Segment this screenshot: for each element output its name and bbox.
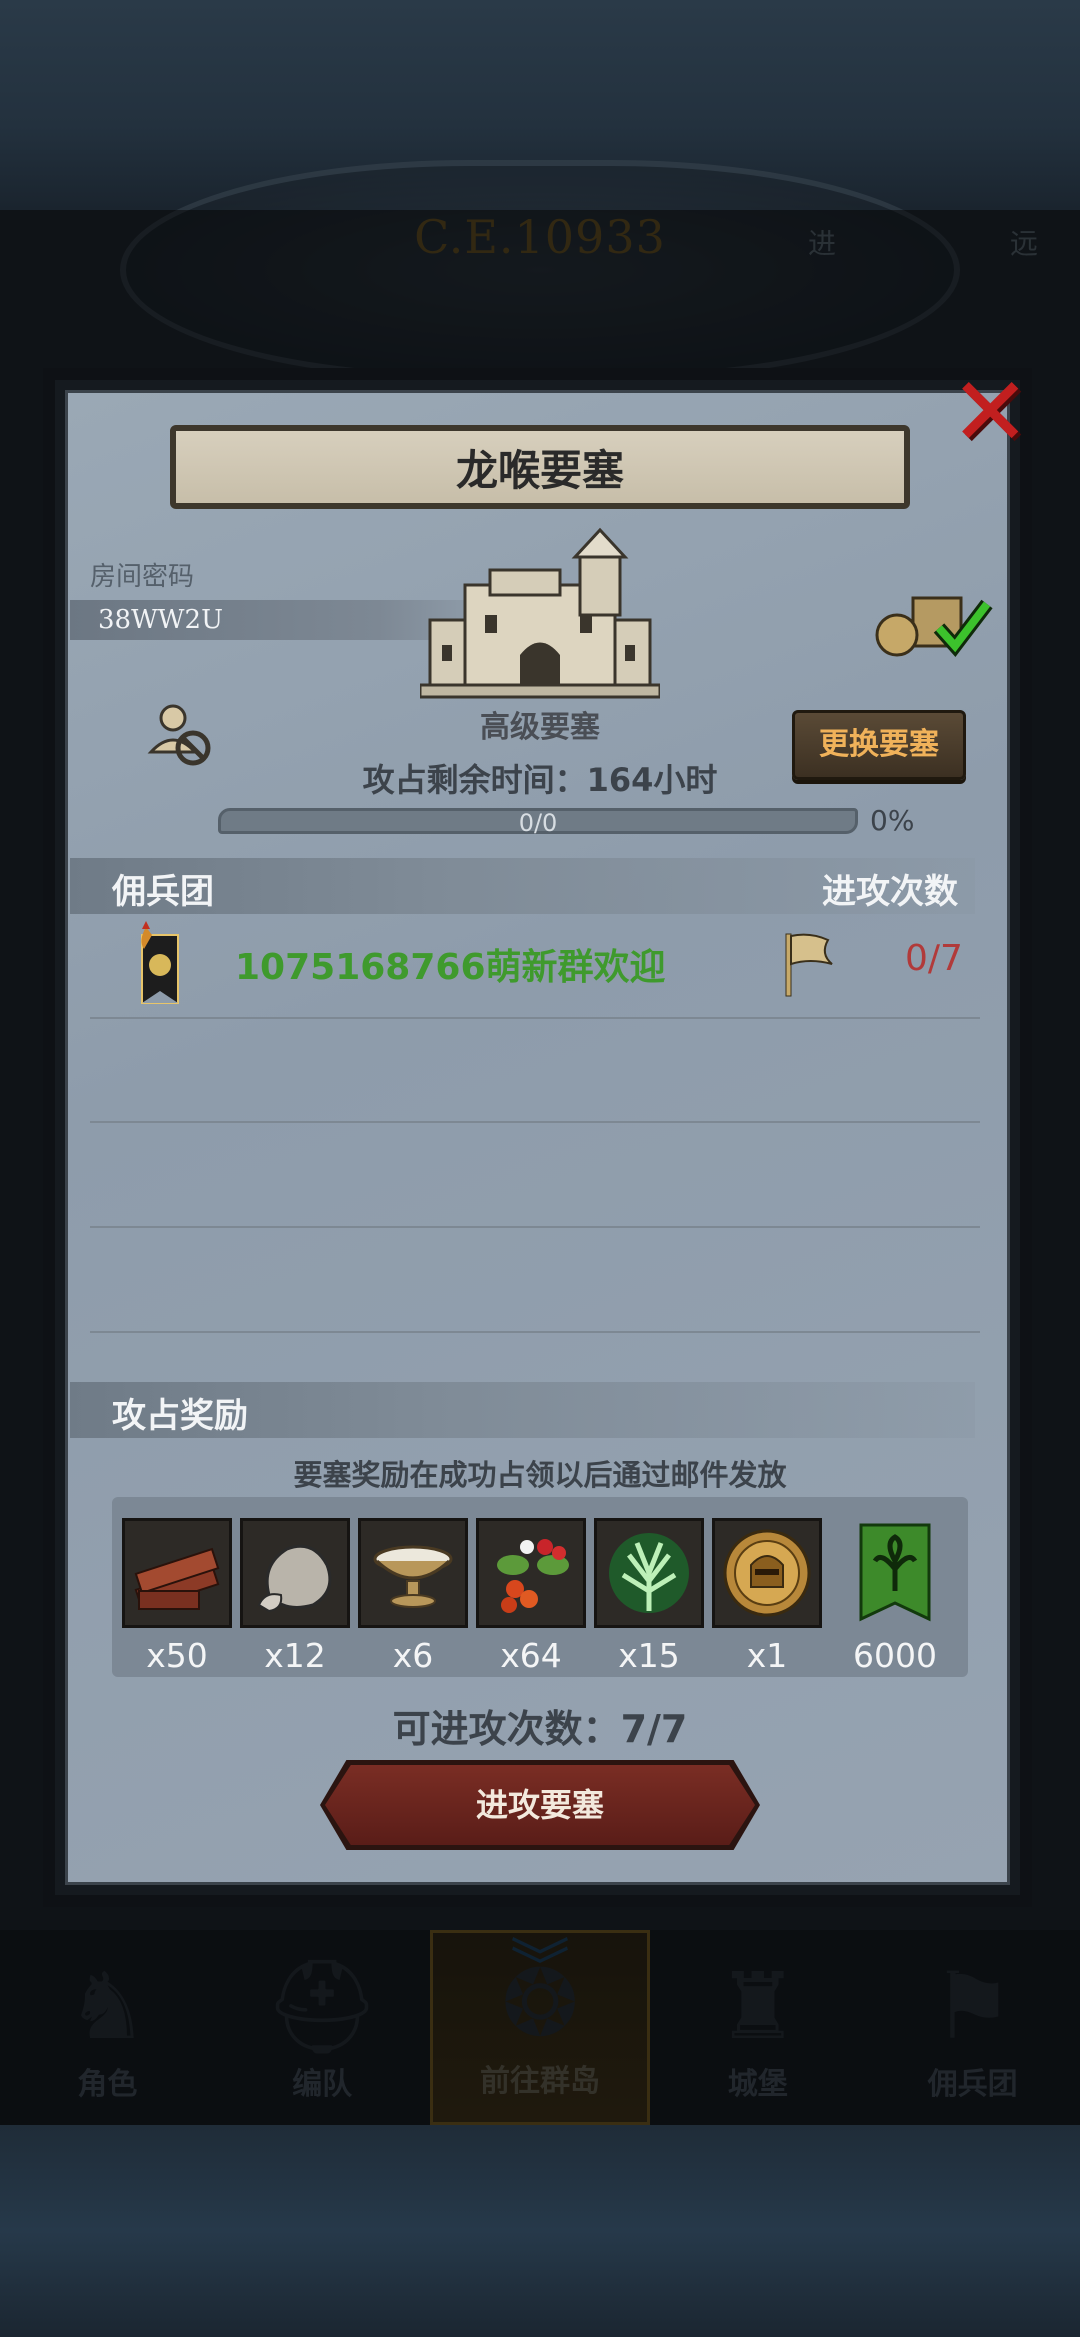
reward-item[interactable]: x15 <box>594 1518 704 1675</box>
change-fortress-button[interactable]: 更换要塞 <box>792 710 966 780</box>
bottom-frame-band <box>0 2125 1080 2337</box>
rewards-note: 要塞奖励在成功占领以后通过邮件发放 <box>293 1458 787 1492</box>
mercenary-header: 佣兵团 <box>112 872 214 912</box>
progress-percent: 0% <box>870 804 915 837</box>
stone-icon <box>257 1544 332 1613</box>
helmet-medal-icon <box>723 1529 811 1617</box>
close-button[interactable]: ✕ <box>950 364 1030 460</box>
rewards-header: 攻占奖励 <box>112 1396 248 1436</box>
wood-icon <box>134 1547 220 1611</box>
reward-quantity: x64 <box>500 1636 562 1675</box>
attack-fortress-button[interactable]: 进攻要塞 <box>325 1765 755 1845</box>
flag-icon <box>785 933 833 997</box>
reward-item[interactable]: x6 <box>358 1518 468 1675</box>
reward-quantity: x6 <box>392 1636 434 1675</box>
dialog-title: 龙喉要塞 <box>170 425 910 509</box>
reward-quantity: x12 <box>264 1636 326 1675</box>
reward-quantity: x1 <box>746 1636 788 1675</box>
supplies-check-icon <box>875 596 993 658</box>
castle-icon <box>420 527 660 699</box>
reward-item[interactable]: x50 <box>122 1518 232 1675</box>
guild-emblem-icon <box>141 921 179 1004</box>
user-block-icon[interactable] <box>145 700 215 770</box>
mercenary-attack-count: 0/7 <box>905 938 963 979</box>
reward-quantity: x15 <box>618 1636 680 1675</box>
occupation-progress-bar: 0/0 <box>218 808 858 837</box>
herb-icon <box>609 1533 689 1613</box>
guild-banner-icon <box>859 1523 931 1622</box>
list-item[interactable]: 1075168766萌新群欢迎 0/7 <box>130 912 980 1012</box>
divider <box>90 1226 980 1228</box>
attacks-remaining: 可进攻次数：7/7 <box>392 1707 688 1751</box>
room-password-label: 房间密码 <box>90 562 195 592</box>
mercenary-name: 1075168766萌新群欢迎 <box>235 947 666 988</box>
progress-text: 0/0 <box>518 809 558 837</box>
close-icon: ✕ <box>950 356 1031 468</box>
divider <box>90 1121 980 1123</box>
reward-item[interactable]: 6000 <box>840 1518 950 1675</box>
reward-quantity: 6000 <box>853 1636 937 1675</box>
berries-icon <box>497 1539 569 1613</box>
reward-item[interactable]: x1 <box>712 1518 822 1675</box>
bowl-icon <box>373 1545 453 1608</box>
divider <box>90 1017 980 1019</box>
reward-item[interactable]: x64 <box>476 1518 586 1675</box>
reward-item[interactable]: x12 <box>240 1518 350 1675</box>
reward-quantity: x50 <box>146 1636 208 1675</box>
divider <box>90 1331 980 1333</box>
attack-count-header: 进攻次数 <box>822 872 958 912</box>
